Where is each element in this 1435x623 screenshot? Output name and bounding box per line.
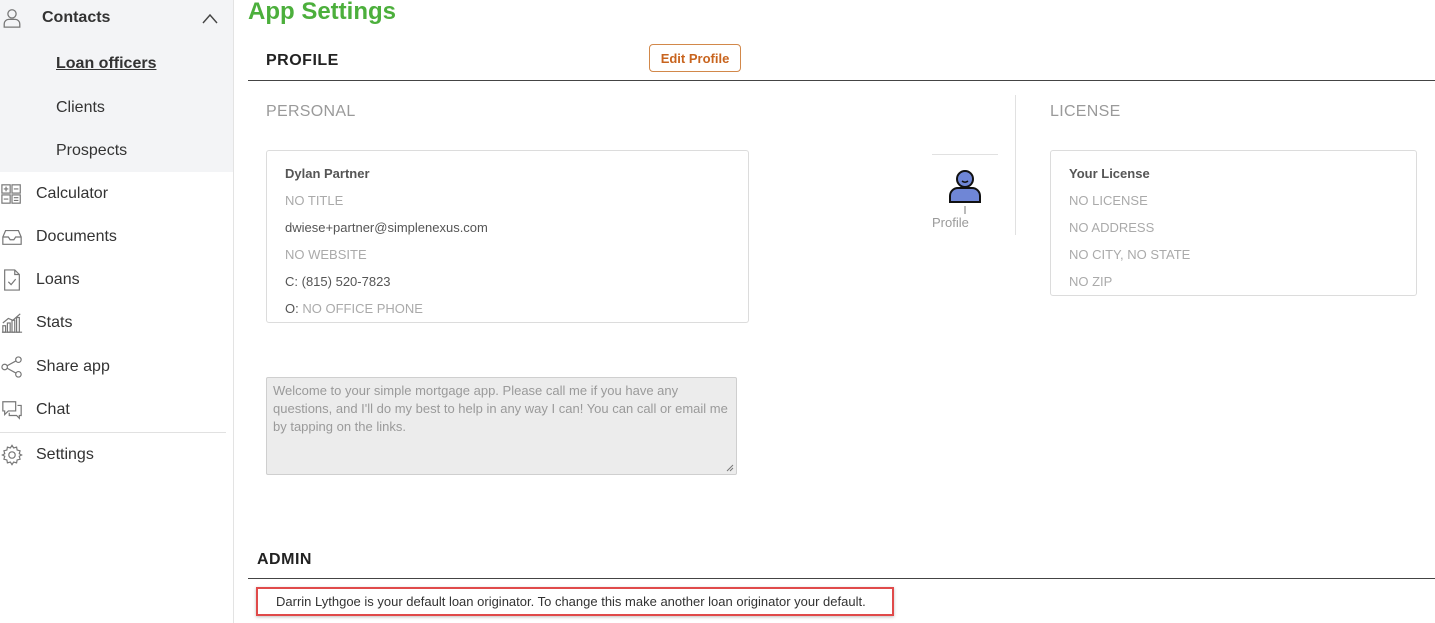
office-prefix: O: bbox=[285, 301, 299, 316]
license-address: NO ADDRESS bbox=[1069, 220, 1155, 235]
resize-grip-icon[interactable] bbox=[726, 464, 734, 472]
contact-website: NO WEBSITE bbox=[285, 247, 367, 262]
sidebar-item-stats[interactable]: Stats bbox=[0, 311, 72, 335]
license-card: Your License NO LICENSE NO ADDRESS NO CI… bbox=[1050, 150, 1417, 296]
cell-prefix: C: bbox=[285, 274, 298, 289]
share-app-label: Share app bbox=[36, 358, 110, 375]
bio-textarea[interactable]: Welcome to your simple mortgage app. Ple… bbox=[266, 377, 737, 475]
sidebar-item-share-app[interactable]: Share app bbox=[0, 355, 110, 379]
cell-number: (815) 520-7823 bbox=[301, 274, 391, 289]
share-icon bbox=[0, 355, 24, 379]
admin-rule bbox=[248, 578, 1435, 579]
sidebar-item-clients[interactable]: Clients bbox=[56, 99, 105, 117]
loans-label: Loans bbox=[36, 271, 80, 288]
license-number: NO LICENSE bbox=[1069, 193, 1148, 208]
avatar-icon[interactable] bbox=[947, 168, 983, 204]
contact-cell-phone[interactable]: C: (815) 520-7823 bbox=[285, 274, 391, 289]
contact-office-phone: O: NO OFFICE PHONE bbox=[285, 301, 423, 316]
profile-image-label: Profile bbox=[932, 215, 969, 230]
license-city-state: NO CITY, NO STATE bbox=[1069, 247, 1191, 262]
gear-icon bbox=[0, 443, 24, 467]
chevron-up-icon[interactable] bbox=[200, 9, 220, 29]
sidebar: Contacts Loan officers Clients Prospects… bbox=[0, 0, 234, 623]
profile-heading: PROFILE bbox=[266, 52, 339, 69]
stats-label: Stats bbox=[36, 314, 73, 331]
sidebar-item-prospects[interactable]: Prospects bbox=[56, 142, 127, 160]
section-divider bbox=[1015, 95, 1016, 235]
license-title: Your License bbox=[1069, 166, 1150, 181]
page-title: App Settings bbox=[248, 0, 396, 25]
sidebar-item-documents[interactable]: Documents bbox=[0, 225, 117, 249]
documents-label: Documents bbox=[36, 228, 117, 245]
contact-name: Dylan Partner bbox=[285, 166, 370, 181]
profile-tick bbox=[964, 206, 966, 214]
sidebar-item-settings[interactable]: Settings bbox=[0, 443, 94, 467]
license-zip: NO ZIP bbox=[1069, 274, 1113, 289]
calculator-label: Calculator bbox=[36, 185, 109, 202]
contact-email[interactable]: dwiese+partner@simplenexus.com bbox=[285, 220, 488, 235]
inbox-icon bbox=[0, 225, 24, 249]
sidebar-item-chat[interactable]: Chat bbox=[0, 398, 70, 422]
bio-text: Welcome to your simple mortgage app. Ple… bbox=[273, 383, 728, 434]
default-originator-notice: Darrin Lythgoe is your default loan orig… bbox=[256, 587, 894, 616]
bar-chart-icon bbox=[0, 311, 24, 335]
calculator-icon bbox=[0, 182, 24, 206]
personal-card: Dylan Partner NO TITLE dwiese+partner@si… bbox=[266, 150, 749, 323]
sidebar-item-loan-officers[interactable]: Loan officers bbox=[56, 55, 156, 73]
person-icon bbox=[0, 6, 24, 30]
edit-profile-button[interactable]: Edit Profile bbox=[649, 44, 741, 72]
default-originator-message: Darrin Lythgoe is your default loan orig… bbox=[276, 594, 866, 609]
office-number: NO OFFICE PHONE bbox=[302, 301, 423, 316]
settings-label: Settings bbox=[36, 446, 94, 463]
chat-label: Chat bbox=[36, 401, 70, 418]
sidebar-item-loans[interactable]: Loans bbox=[0, 268, 80, 292]
contacts-group: Contacts Loan officers Clients Prospects bbox=[0, 0, 233, 172]
chat-icon bbox=[0, 398, 24, 422]
sidebar-item-contacts[interactable]: Contacts bbox=[0, 6, 234, 30]
document-check-icon bbox=[0, 268, 24, 292]
contact-title: NO TITLE bbox=[285, 193, 344, 208]
personal-heading: PERSONAL bbox=[266, 103, 356, 120]
sidebar-item-calculator[interactable]: Calculator bbox=[0, 182, 108, 206]
license-heading: LICENSE bbox=[1050, 103, 1121, 120]
profile-rule bbox=[248, 80, 1435, 81]
sidebar-divider bbox=[0, 432, 226, 433]
admin-heading: ADMIN bbox=[257, 551, 312, 568]
contacts-label: Contacts bbox=[42, 9, 111, 26]
profile-image-rule bbox=[932, 154, 998, 155]
